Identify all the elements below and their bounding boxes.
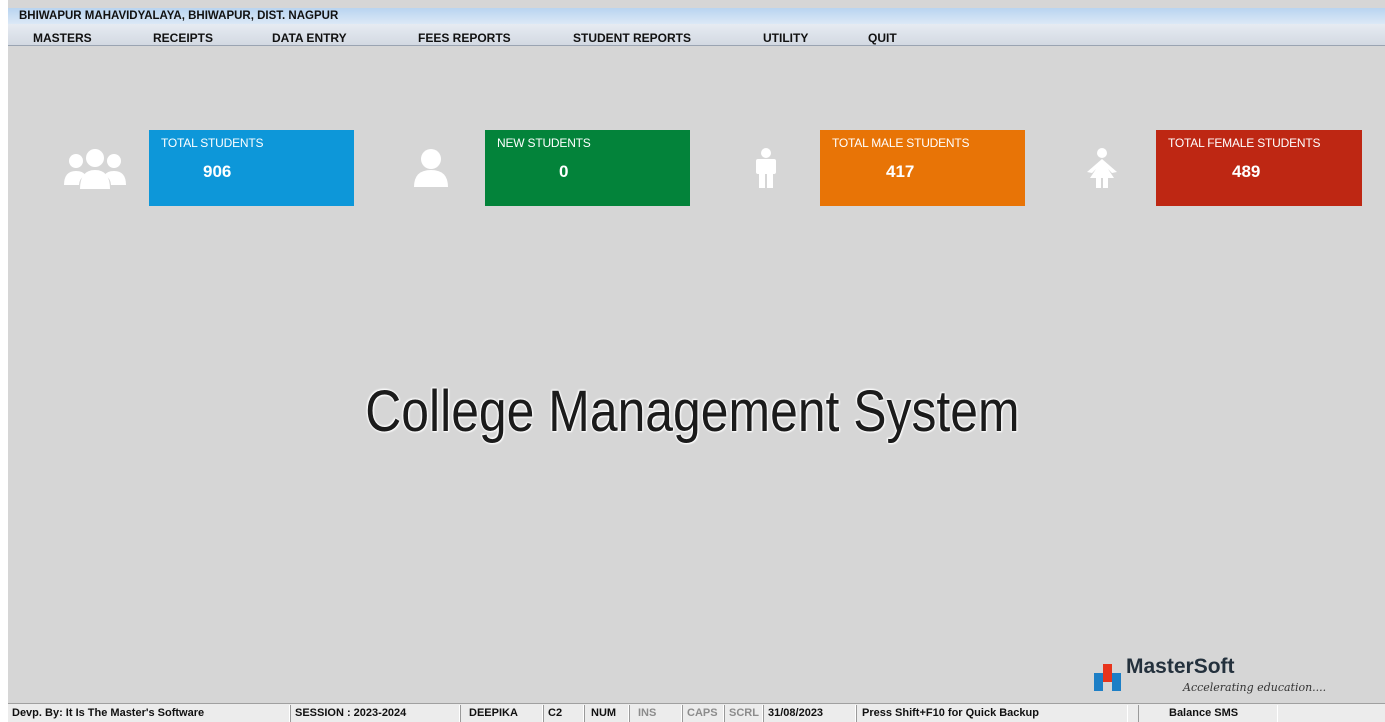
- total-female-students-label: TOTAL FEMALE STUDENTS: [1168, 136, 1321, 150]
- status-bar: Devp. By: It Is The Master's Software SE…: [8, 703, 1385, 722]
- menu-receipts[interactable]: RECEIPTS: [153, 31, 213, 45]
- total-students-label: TOTAL STUDENTS: [161, 136, 264, 150]
- mastersoft-logo-icon: [1094, 664, 1121, 691]
- total-male-students-icon-box: [711, 130, 820, 206]
- menu-fees-reports[interactable]: FEES REPORTS: [418, 31, 511, 45]
- window-left-edge: [0, 0, 8, 722]
- status-num: NUM: [584, 705, 629, 722]
- new-students-icon-box: [376, 130, 485, 206]
- new-students-body: NEW STUDENTS 0: [485, 130, 690, 206]
- menu-data-entry[interactable]: DATA ENTRY: [272, 31, 347, 45]
- menu-masters[interactable]: MASTERS: [33, 31, 92, 45]
- status-scrl: SCRL: [724, 705, 763, 722]
- status-developer: Devp. By: It Is The Master's Software: [8, 705, 290, 722]
- new-students-label: NEW STUDENTS: [497, 136, 591, 150]
- new-students-tile[interactable]: NEW STUDENTS 0: [376, 130, 690, 206]
- status-session: SESSION : 2023-2024: [290, 705, 460, 722]
- status-ins: INS: [629, 705, 682, 722]
- male-icon: [755, 148, 776, 188]
- menu-utility[interactable]: UTILITY: [763, 31, 808, 45]
- status-caps: CAPS: [682, 705, 724, 722]
- status-user: DEEPIKA: [460, 705, 543, 722]
- mastersoft-logo: MasterSoft Accelerating education....: [1092, 655, 1342, 697]
- total-students-icon-box: [40, 130, 149, 206]
- menu-bar: MASTERS RECEIPTS DATA ENTRY FEES REPORTS…: [8, 24, 1385, 46]
- total-students-value: 906: [203, 162, 232, 181]
- users-group-icon: [63, 149, 126, 189]
- total-female-students-value: 489: [1232, 162, 1261, 181]
- logo-brand: MasterSoft: [1126, 655, 1235, 678]
- menu-student-reports[interactable]: STUDENT REPORTS: [573, 31, 691, 45]
- total-students-tile[interactable]: TOTAL STUDENTS 906: [40, 130, 354, 206]
- total-male-students-tile[interactable]: TOTAL MALE STUDENTS 417: [711, 130, 1025, 206]
- app-headline: College Management System: [365, 379, 1020, 444]
- total-female-students-body: TOTAL FEMALE STUDENTS 489: [1156, 130, 1362, 206]
- logo-tagline: Accelerating education....: [1183, 681, 1327, 694]
- total-male-students-value: 417: [886, 162, 915, 181]
- female-icon: [1086, 148, 1117, 188]
- user-icon: [413, 149, 448, 187]
- total-male-students-label: TOTAL MALE STUDENTS: [832, 136, 970, 150]
- new-students-value: 0: [559, 162, 569, 181]
- total-female-students-tile[interactable]: TOTAL FEMALE STUDENTS 489: [1047, 130, 1362, 206]
- status-balance-sms: Balance SMS: [1138, 705, 1278, 722]
- total-students-body: TOTAL STUDENTS 906: [149, 130, 354, 206]
- status-backup-hint: Press Shift+F10 for Quick Backup: [856, 705, 1128, 722]
- status-code: C2: [543, 705, 584, 722]
- window-title: BHIWAPUR MAHAVIDYALAYA, BHIWAPUR, DIST. …: [8, 8, 1385, 24]
- menu-quit[interactable]: QUIT: [868, 31, 897, 45]
- total-male-students-body: TOTAL MALE STUDENTS 417: [820, 130, 1025, 206]
- total-female-students-icon-box: [1047, 130, 1156, 206]
- status-date: 31/08/2023: [763, 705, 856, 722]
